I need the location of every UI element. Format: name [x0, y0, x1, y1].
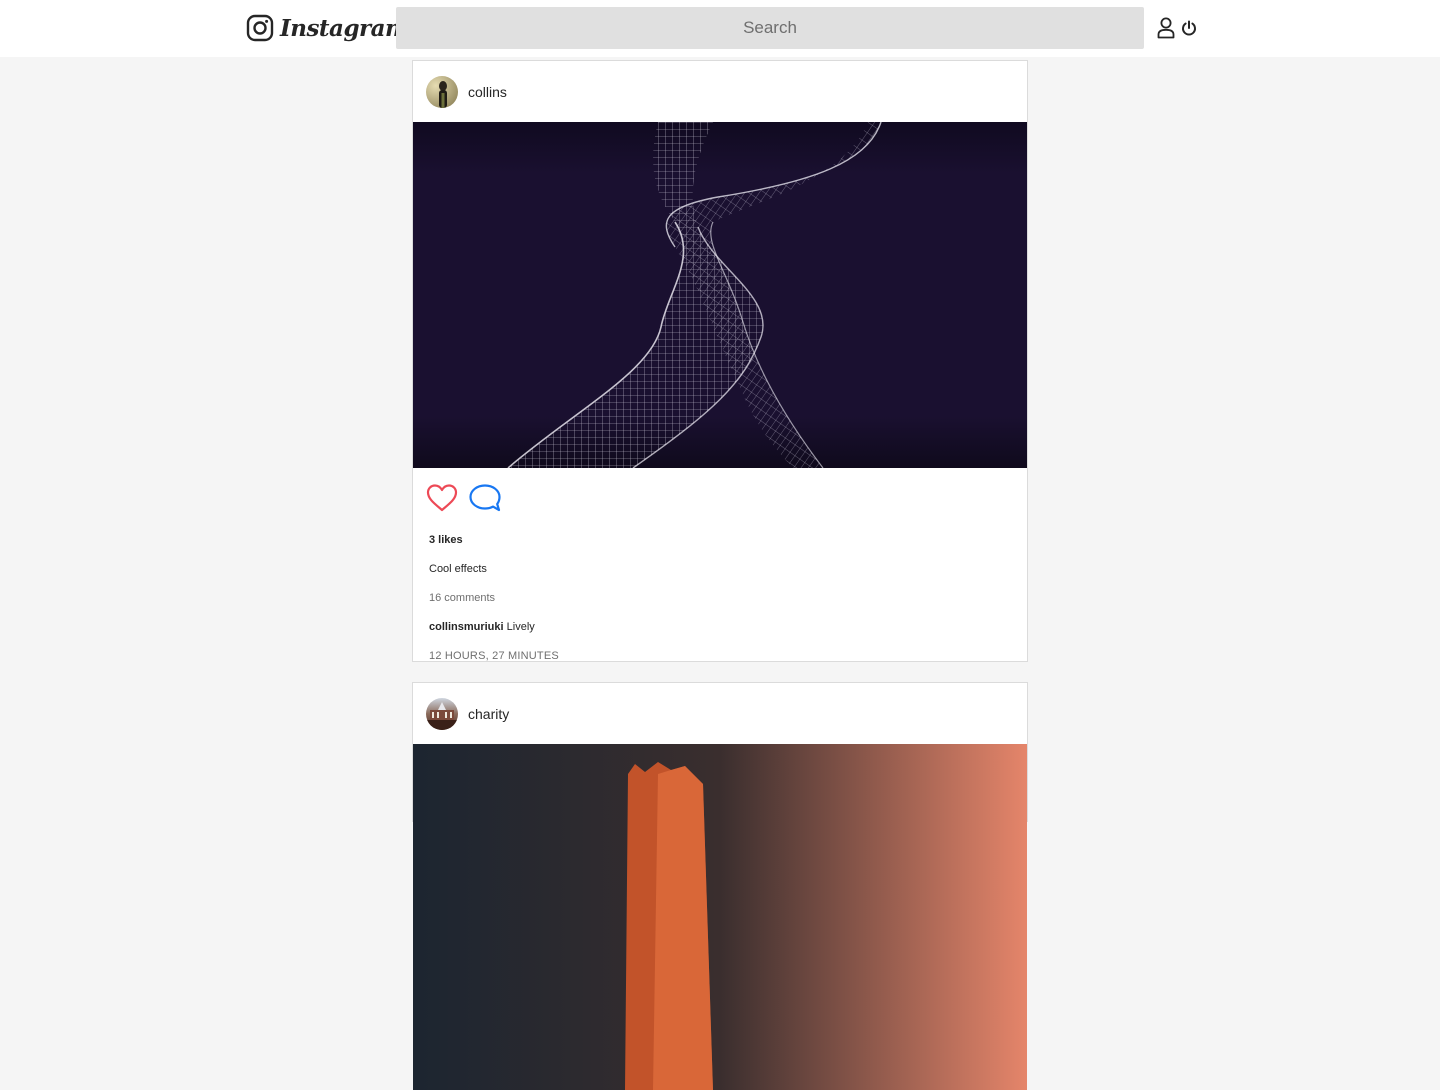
post-card: collins 3 likes Cool effects 16 comments…	[412, 60, 1028, 662]
search-input[interactable]	[396, 7, 1144, 49]
post-caption: Cool effects	[429, 563, 487, 575]
post-actions	[413, 468, 1027, 514]
comment-text: Lively	[506, 621, 535, 633]
heart-icon[interactable]	[426, 483, 458, 513]
brand-name: Instagram	[280, 14, 409, 42]
power-icon[interactable]	[1181, 19, 1197, 37]
brand-logo[interactable]: Instagram	[246, 12, 409, 44]
post-image[interactable]	[413, 122, 1027, 468]
comment-item: collinsmuriuki Lively	[429, 621, 1027, 633]
user-icon[interactable]	[1157, 17, 1175, 39]
post-card: charity	[412, 682, 1028, 1090]
comment-author[interactable]: collinsmuriuki	[429, 621, 504, 633]
instagram-logo-icon	[246, 14, 274, 42]
post-header: charity	[413, 683, 1027, 744]
avatar[interactable]	[426, 75, 458, 108]
comment-icon[interactable]	[468, 483, 502, 513]
post-timestamp: 12 HOURS, 27 MINUTES	[429, 650, 559, 662]
avatar[interactable]	[426, 697, 458, 730]
post-username[interactable]: collins	[468, 84, 507, 100]
post-meta: 3 likes Cool effects 16 comments collins…	[413, 534, 1027, 674]
comments-count[interactable]: 16 comments	[429, 592, 1027, 604]
post-image[interactable]	[413, 744, 1027, 1090]
top-navbar: Instagram	[0, 0, 1440, 57]
post-username[interactable]: charity	[468, 706, 509, 722]
post-header: collins	[413, 61, 1027, 122]
likes-count[interactable]: 3 likes	[429, 534, 1027, 546]
nav-icons	[1157, 17, 1197, 39]
